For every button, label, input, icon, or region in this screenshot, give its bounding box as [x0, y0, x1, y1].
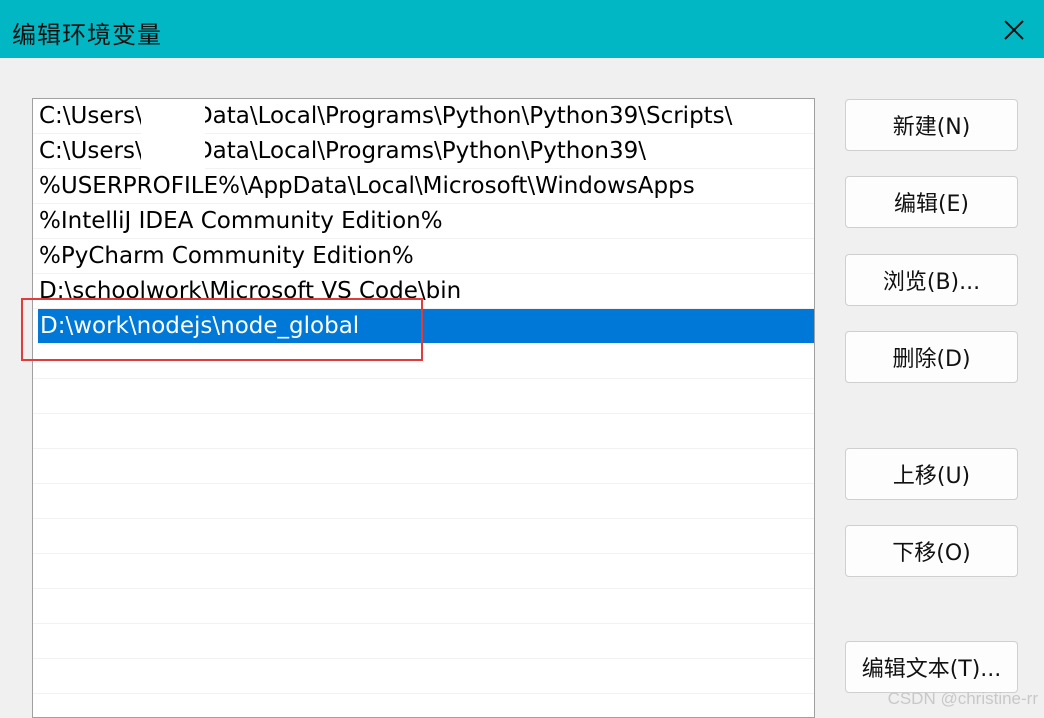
empty-row[interactable] [33, 484, 814, 519]
list-item[interactable]: D:\schoolwork\Microsoft VS Code\bin [33, 274, 814, 309]
close-button[interactable] [992, 8, 1036, 52]
list-item-selected[interactable]: D:\work\nodejs\node_global [38, 309, 814, 344]
browse-button[interactable]: 浏览(B)... [845, 254, 1018, 306]
window-title: 编辑环境变量 [12, 15, 162, 50]
list-item[interactable]: %PyCharm Community Edition% [33, 239, 814, 274]
watermark: CSDN @christine-rr [888, 689, 1038, 709]
empty-row[interactable] [33, 589, 814, 624]
delete-button[interactable]: 删除(D) [845, 331, 1018, 383]
title-bar: 编辑环境变量 [0, 0, 1044, 58]
empty-row[interactable] [33, 414, 814, 449]
empty-row[interactable] [33, 659, 814, 694]
move-up-button[interactable]: 上移(U) [845, 448, 1018, 500]
move-down-button[interactable]: 下移(O) [845, 525, 1018, 577]
list-item[interactable]: %USERPROFILE%\AppData\Local\Microsoft\Wi… [33, 169, 814, 204]
edit-text-button[interactable]: 编辑文本(T)... [845, 641, 1018, 693]
edit-button[interactable]: 编辑(E) [845, 176, 1018, 228]
dialog-body: C:\Users\ AppData\Local\Programs\Python\… [0, 58, 1044, 715]
empty-row[interactable] [33, 554, 814, 589]
redaction-mask [141, 99, 205, 169]
list-item[interactable]: %IntelliJ IDEA Community Edition% [33, 204, 814, 239]
new-button[interactable]: 新建(N) [845, 99, 1018, 151]
empty-row[interactable] [33, 624, 814, 659]
path-list[interactable]: C:\Users\ AppData\Local\Programs\Python\… [32, 98, 815, 718]
empty-row[interactable] [33, 344, 814, 379]
empty-row[interactable] [33, 449, 814, 484]
close-icon [1003, 19, 1025, 41]
empty-row[interactable] [33, 379, 814, 414]
empty-row[interactable] [33, 519, 814, 554]
empty-row[interactable] [33, 694, 814, 718]
